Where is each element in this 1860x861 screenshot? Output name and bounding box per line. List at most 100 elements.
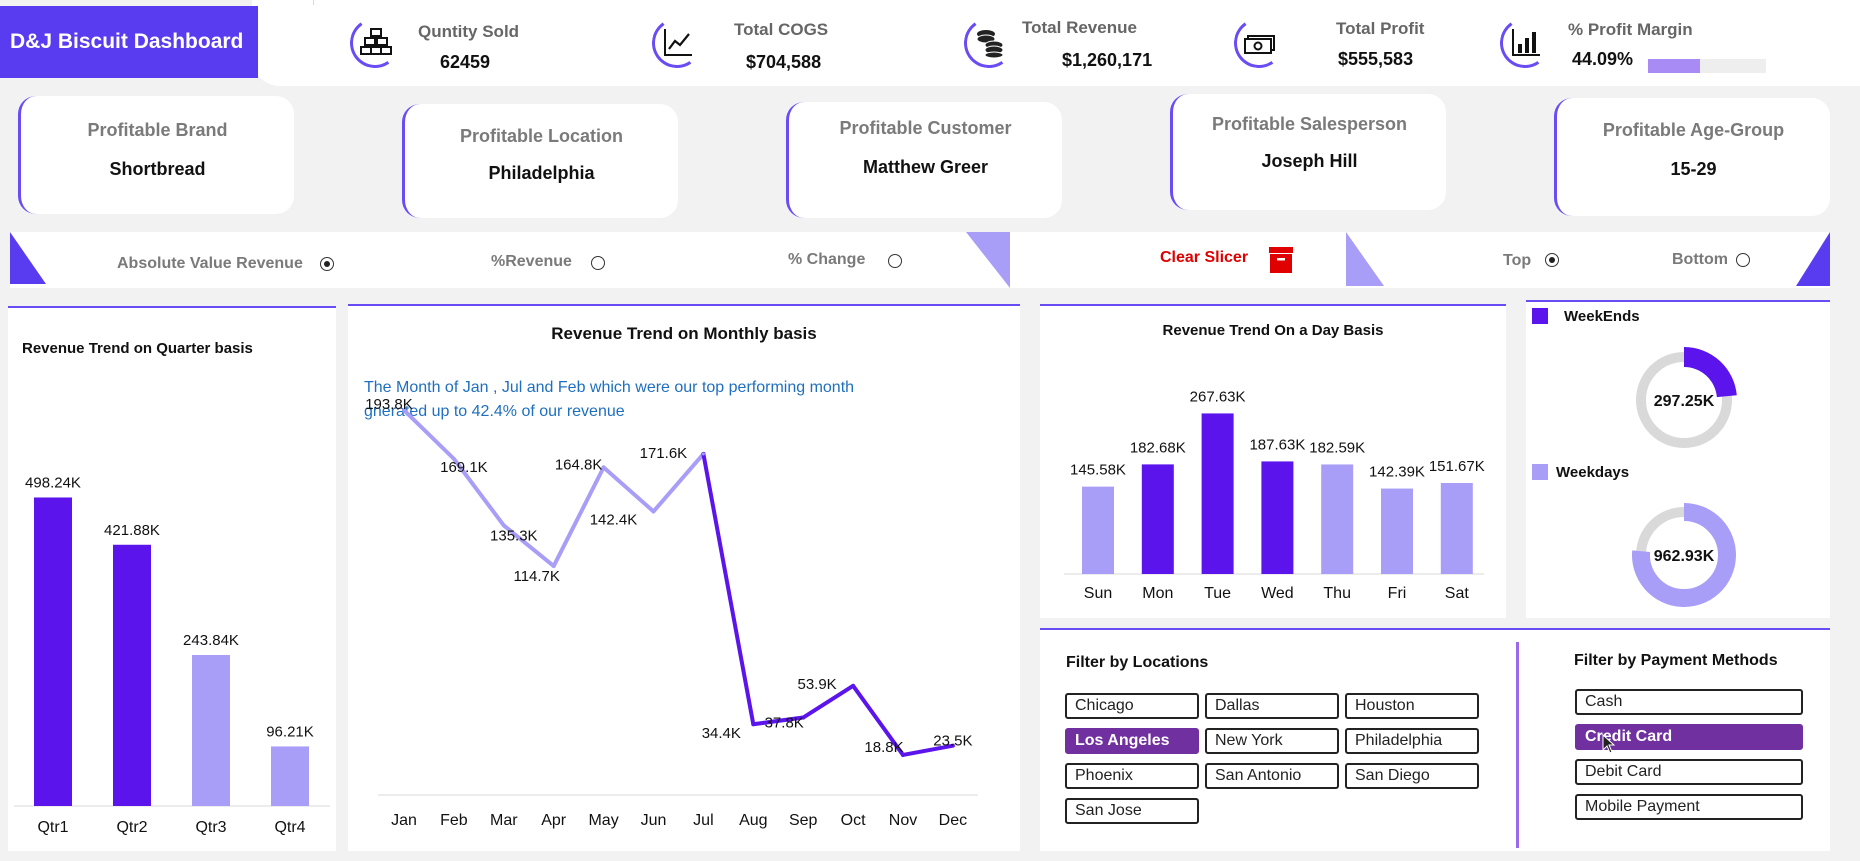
bar — [1082, 486, 1114, 574]
location-filter-san-antonio[interactable]: San Antonio — [1205, 763, 1339, 789]
bar — [1141, 464, 1174, 574]
location-filter-dallas[interactable]: Dallas — [1205, 693, 1339, 719]
bar — [271, 746, 309, 806]
radio-absolute-value-revenue[interactable] — [320, 257, 334, 271]
tick-label: Mar — [490, 812, 518, 829]
location-filter-chicago[interactable]: Chicago — [1065, 693, 1199, 719]
kpi-total-revenue: Total Revenue $1,260,171 — [960, 14, 1204, 78]
bar — [1201, 413, 1234, 574]
card-profitable-location: Profitable Location Philadelphia — [402, 104, 678, 218]
kpi-value: $555,583 — [1338, 49, 1414, 69]
clear-slicer-icon[interactable] — [1268, 246, 1294, 274]
radio-top[interactable] — [1545, 253, 1559, 267]
kpi-value: 62459 — [440, 52, 491, 72]
card-profitable-brand: Profitable Brand Shortbread — [18, 96, 294, 214]
card-title: Profitable Brand — [87, 120, 228, 140]
clear-slicer-button[interactable]: Clear Slicer — [1160, 249, 1248, 267]
filter-divider — [1516, 642, 1519, 848]
bar — [1440, 482, 1473, 574]
card-value: 15-29 — [1670, 159, 1717, 179]
location-filter-los-angeles[interactable]: Los Angeles — [1065, 728, 1199, 754]
location-filter-san-diego[interactable]: San Diego — [1345, 763, 1479, 789]
radio-percent-change[interactable] — [888, 254, 902, 268]
bar — [113, 544, 151, 806]
location-filter-new-york[interactable]: New York — [1205, 728, 1339, 754]
day-chart-panel: Revenue Trend On a Day Basis 145.58K Sun 1… — [1040, 304, 1506, 618]
tick-label: Qtr2 — [116, 819, 147, 836]
data-label: 498.24K — [25, 474, 81, 491]
line-segment — [701, 451, 756, 727]
line-segment — [601, 465, 656, 514]
profit-margin-progress-fill — [1648, 59, 1701, 73]
line-trend-icon — [664, 29, 692, 56]
tick-label: Mon — [1142, 585, 1173, 602]
data-label: 164.8K — [555, 456, 603, 473]
card-value: Matthew Greer — [862, 157, 989, 177]
slicer-decoration — [1796, 232, 1830, 286]
locations-filter-title: Filter by Locations — [1066, 654, 1209, 671]
radio-bottom[interactable] — [1736, 253, 1750, 267]
data-label: 142.39K — [1369, 464, 1425, 481]
option-top[interactable]: Top — [1503, 252, 1531, 270]
kpi-label: % Profit Margin — [1568, 20, 1693, 39]
card-title: Profitable Salesperson — [1211, 114, 1408, 134]
tick-label: Wed — [1261, 585, 1294, 602]
payment-filter-debit-card[interactable]: Debit Card — [1575, 759, 1803, 785]
option-bottom[interactable]: Bottom — [1672, 251, 1728, 269]
tick-label: Qtr4 — [274, 819, 305, 836]
tick-label: Feb — [440, 812, 468, 829]
card-value: Joseph Hill — [1261, 151, 1358, 171]
payment-filter-mobile-payment[interactable]: Mobile Payment — [1575, 794, 1803, 820]
data-label: 267.63K — [1190, 388, 1246, 405]
tick-label: Tue — [1204, 585, 1231, 602]
kpi-value: $1,260,171 — [1062, 50, 1153, 70]
bar — [34, 497, 72, 806]
tick-label: Apr — [541, 812, 567, 829]
line-point — [851, 684, 855, 688]
data-label: 53.9K — [797, 676, 836, 693]
data-label: 96.21K — [266, 723, 314, 740]
tick-label: Qtr3 — [195, 819, 226, 836]
card-value: Shortbread — [109, 159, 206, 179]
data-label: 142.4K — [590, 511, 638, 528]
option-percent-revenue[interactable]: %Revenue — [491, 253, 572, 271]
data-label: 23.5K — [933, 733, 972, 750]
option-absolute-value-revenue[interactable]: Absolute Value Revenue — [117, 255, 303, 273]
banknote-icon — [1244, 35, 1275, 54]
location-filter-philadelphia[interactable]: Philadelphia — [1345, 728, 1479, 754]
option-percent-change[interactable]: % Change — [788, 251, 865, 269]
card-value: Philadelphia — [488, 163, 595, 183]
tick-label: Thu — [1323, 585, 1351, 602]
monthly-chart-panel: Revenue Trend on Monthly basis The Month… — [348, 304, 1020, 851]
location-filter-phoenix[interactable]: Phoenix — [1065, 763, 1199, 789]
weekpart-donuts: 297.25K 962.93K — [1632, 347, 1737, 607]
data-label: 34.4K — [702, 725, 741, 742]
quarter-chart: 498.24K Qtr1 421.88K Qtr2 243.84K Qtr3 96.21K Q… — [14, 474, 330, 836]
location-filter-san-jose[interactable]: San Jose — [1065, 798, 1199, 824]
payment-filter-cash[interactable]: Cash — [1575, 689, 1803, 715]
weekpart-panel: WeekEnds Weekdays 297.25K 962.93K — [1526, 300, 1830, 618]
tick-label: Aug — [739, 812, 767, 829]
line-point — [751, 722, 755, 726]
data-label: 135.3K — [490, 527, 538, 544]
data-label: 37.8K — [765, 715, 804, 732]
card-title: Profitable Customer — [839, 118, 1012, 138]
data-label: 169.1K — [440, 459, 488, 476]
day-chart: 145.58K Sun 182.68K Mon 267.63K Tue 187.63K Wed… — [1064, 388, 1485, 602]
tick-label: May — [588, 812, 618, 829]
data-label: 193.8K — [365, 396, 413, 413]
tick-label: Jul — [693, 812, 713, 829]
tick-label: Jan — [391, 812, 417, 829]
kpi-quantity-sold: Quntity Sold 62459 — [346, 14, 570, 78]
slicer-decoration — [966, 232, 1010, 288]
card-title: Profitable Location — [459, 126, 623, 146]
payments-filter-title: Filter by Payment Methods — [1574, 652, 1778, 669]
dashboard-title: D&J Biscuit Dashboard — [0, 6, 258, 78]
kpi-label: Total Profit — [1336, 19, 1425, 38]
radio-percent-revenue[interactable] — [591, 256, 605, 270]
kpi-total-cogs: Total COGS $704,588 — [648, 14, 872, 78]
donut-slice — [1684, 347, 1737, 398]
tick-label: Oct — [841, 812, 866, 829]
coins-icon — [976, 30, 1004, 58]
location-filter-houston[interactable]: Houston — [1345, 693, 1479, 719]
